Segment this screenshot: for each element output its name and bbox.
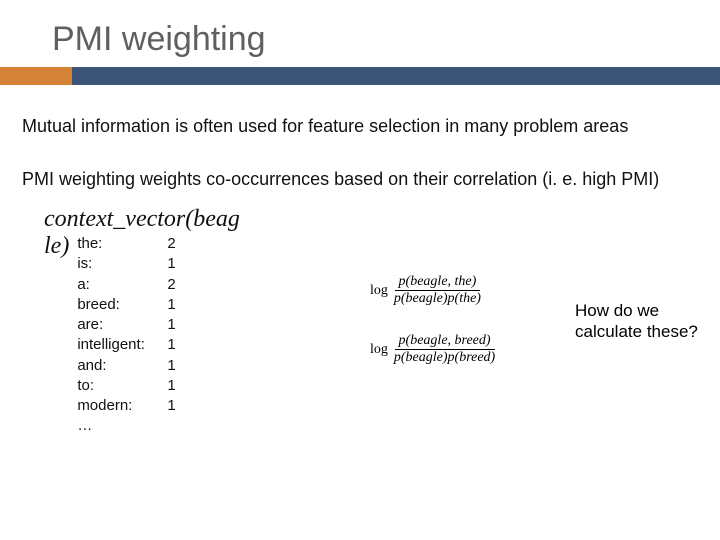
paragraph-1: Mutual information is often used for fea… — [22, 115, 700, 138]
cv-value: 1 — [167, 356, 197, 376]
title-rule — [0, 67, 720, 85]
cv-value: 1 — [167, 295, 197, 315]
slide-title: PMI weighting — [0, 0, 720, 67]
cv-word: a: — [77, 275, 167, 295]
cv-word: is: — [77, 254, 167, 274]
cv-word: modern: — [77, 396, 167, 416]
fraction: p(beagle, breed) p(beagle)p(breed) — [390, 334, 499, 365]
cv-word: intelligent: — [77, 335, 167, 355]
formula-block: log p(beagle, the) p(beagle)p(the) log p… — [370, 275, 499, 393]
denominator: p(beagle)p(the) — [390, 291, 485, 306]
question-text: How do we calculate these? — [575, 300, 715, 343]
cv-word-column: the: is: a: breed: are: intelligent: and… — [77, 234, 167, 437]
formula-1: log p(beagle, the) p(beagle)p(the) — [370, 275, 499, 306]
cv-value: 2 — [167, 275, 197, 295]
cv-value: 1 — [167, 315, 197, 335]
log-label: log — [370, 283, 390, 299]
cv-value: 1 — [167, 396, 197, 416]
title-rule-bar — [72, 67, 720, 85]
context-vector-label-line2: le) — [22, 234, 77, 258]
cv-word: the: — [77, 234, 167, 254]
cv-word: are: — [77, 315, 167, 335]
numerator: p(beagle, the) — [395, 275, 481, 291]
context-vector-table: the: is: a: breed: are: intelligent: and… — [77, 234, 197, 437]
formula-2: log p(beagle, breed) p(beagle)p(breed) — [370, 334, 499, 365]
paragraph-2: PMI weighting weights co-occurrences bas… — [22, 168, 700, 191]
fraction: p(beagle, the) p(beagle)p(the) — [390, 275, 485, 306]
cv-word: … — [77, 416, 167, 436]
title-rule-accent — [0, 67, 72, 85]
cv-word: and: — [77, 356, 167, 376]
numerator: p(beagle, breed) — [395, 334, 495, 350]
cv-value: 1 — [167, 254, 197, 274]
cv-word: breed: — [77, 295, 167, 315]
context-vector-label-line1: context_vector(beag — [22, 204, 700, 234]
denominator: p(beagle)p(breed) — [390, 350, 499, 365]
cv-value: 1 — [167, 335, 197, 355]
log-label: log — [370, 342, 390, 358]
cv-word: to: — [77, 376, 167, 396]
cv-value-column: 2 1 2 1 1 1 1 1 1 — [167, 234, 197, 437]
cv-value: 2 — [167, 234, 197, 254]
cv-value: 1 — [167, 376, 197, 396]
slide-body: Mutual information is often used for fea… — [0, 85, 720, 437]
